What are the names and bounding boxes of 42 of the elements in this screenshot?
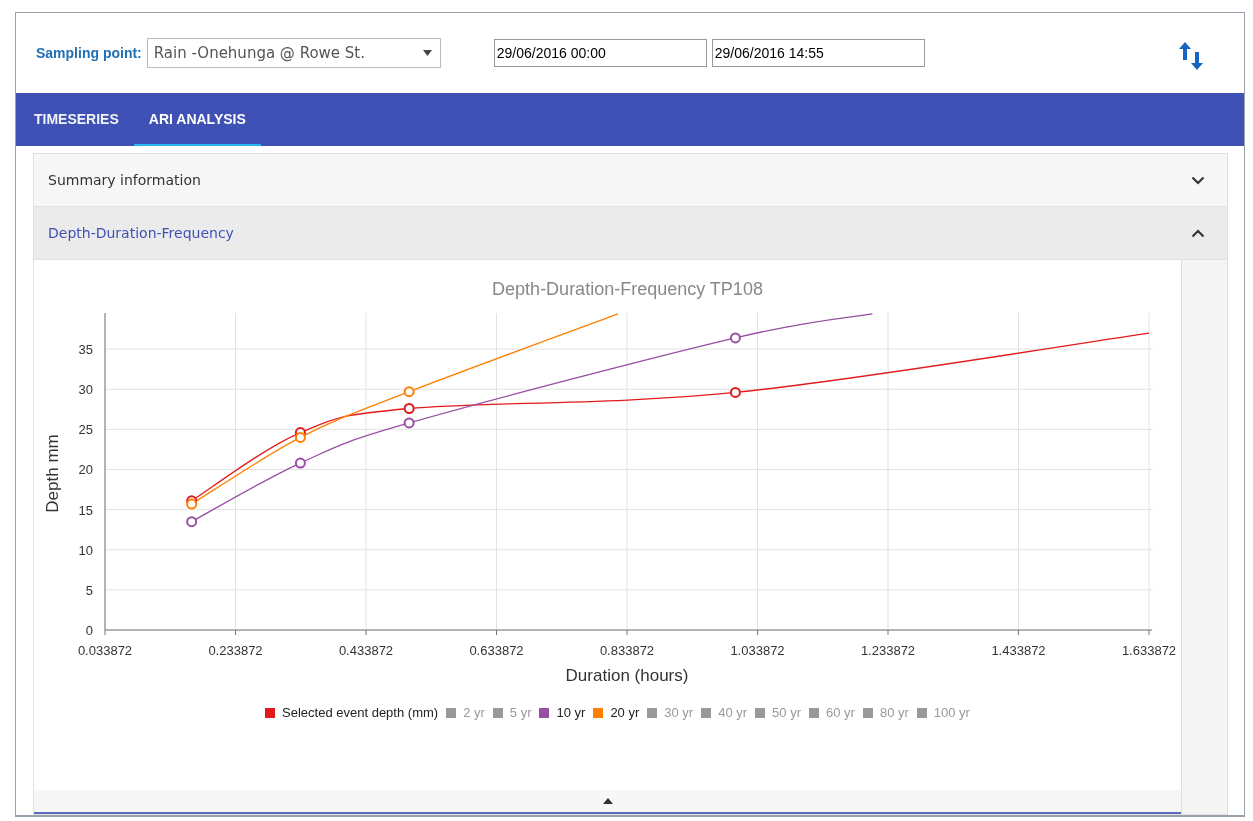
- x-tick-label: 0.633872: [469, 643, 524, 658]
- y-axis-title: Depth mm: [43, 434, 62, 513]
- y-tick-label: 0: [85, 623, 93, 638]
- y-tick-label: 5: [85, 582, 93, 598]
- y-tick-label: 35: [78, 342, 93, 358]
- data-point: [294, 457, 306, 469]
- x-tick-label: 1.233872: [860, 643, 916, 658]
- tab[interactable]: TIMESERIES: [19, 93, 134, 146]
- data-point: [729, 332, 741, 344]
- x-tick-label: 1.633872: [1121, 643, 1177, 658]
- x-tick-label: 0.833872: [599, 643, 655, 658]
- data-point: [403, 386, 415, 398]
- x-tick-label: 1.433872: [991, 643, 1046, 658]
- x-tick-label: 0.433872: [338, 643, 394, 658]
- x-tick-label: 1.033872: [730, 643, 785, 658]
- y-tick-label: 25: [78, 422, 93, 438]
- x-tick-label: 0.033872: [77, 643, 133, 658]
- chart-title: Depth-Duration-Frequency TP108: [492, 279, 763, 299]
- accordion-header[interactable]: Depth-Duration-Frequency: [34, 207, 1227, 260]
- x-tick-label: 0.233872: [208, 643, 263, 658]
- legend-item[interactable]: 10 yr: [539, 705, 586, 720]
- data-point: [403, 417, 415, 429]
- data-point: [294, 431, 306, 443]
- legend-item[interactable]: 20 yr: [593, 705, 640, 720]
- sampling-point-label: Sampling point:: [36, 45, 142, 61]
- y-tick-label: 20: [78, 462, 93, 478]
- end-date-field[interactable]: 29/06/2016 14:55: [711, 39, 925, 67]
- collapse-bar[interactable]: [34, 790, 1181, 814]
- y-tick-label: 15: [78, 502, 93, 518]
- y-tick-label: 30: [78, 382, 93, 398]
- caret-icon: [422, 50, 432, 56]
- data-point: [729, 386, 741, 398]
- up-triangle-icon: [602, 798, 613, 804]
- legend-item[interactable]: Selected event depth (mm): [265, 705, 439, 720]
- data-point: [186, 516, 198, 528]
- chevron-down-icon: [1191, 175, 1205, 185]
- start-date-field[interactable]: 29/06/2016 00:00: [493, 39, 707, 67]
- data-point: [403, 403, 415, 414]
- y-tick-label: 10: [78, 542, 93, 558]
- sampling-point-dropdown[interactable]: Rain -Onehunga @ Rowe St.: [146, 38, 441, 68]
- x-axis-title: Duration (hours): [565, 666, 689, 685]
- chevron-up-icon: [1191, 228, 1205, 238]
